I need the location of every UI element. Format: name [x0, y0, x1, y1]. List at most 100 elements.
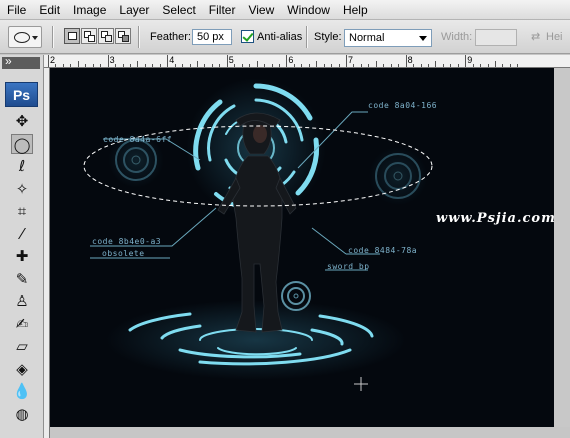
ruler-minor-tick: [383, 64, 385, 67]
ruler-minor-tick: [144, 64, 146, 67]
ruler-minor-tick: [457, 64, 459, 67]
ruler-minor-tick: [70, 64, 72, 67]
ellipse-icon: [14, 32, 30, 43]
ruler-tick: [48, 55, 49, 67]
menu-file[interactable]: File: [0, 0, 32, 20]
ruler-minor-tick: [122, 64, 124, 67]
lasso-tool-icon[interactable]: ℓ: [11, 156, 33, 176]
style-select-value: Normal: [349, 32, 385, 44]
hud-label-code-top-right: code 8a04-166: [368, 101, 438, 110]
width-label: Width:: [441, 31, 473, 43]
antialias-checkbox[interactable]: [241, 30, 254, 43]
ruler-minor-tick: [115, 64, 117, 67]
ruler-minor-tick: [360, 64, 362, 67]
hud-label-code-left-top: code 8a4a-6ff: [103, 135, 173, 144]
intersect-selection-button[interactable]: [115, 28, 131, 44]
divider: [306, 26, 308, 48]
ruler-tick: [405, 55, 407, 67]
document-canvas[interactable]: code 8a04-166 code 8a4a-6ff code 8b4e0-a…: [50, 68, 554, 427]
ruler-minor-tick: [197, 61, 198, 67]
ruler-tick-label: 6: [288, 55, 294, 65]
ruler-minor-tick: [249, 64, 251, 67]
ruler-minor-tick: [100, 64, 102, 67]
ruler-minor-tick: [77, 61, 79, 67]
brush-tool-icon[interactable]: ✎: [11, 269, 33, 289]
new-selection-button[interactable]: [64, 28, 80, 44]
ruler-minor-tick: [413, 64, 415, 67]
ruler-minor-tick: [219, 64, 221, 67]
eraser-tool-icon[interactable]: ▱: [11, 336, 33, 356]
photoshop-logo[interactable]: Ps: [5, 82, 38, 107]
add-to-selection-button[interactable]: [81, 28, 97, 44]
hud-label-code-right-mid: code 8484-78a: [348, 246, 418, 255]
tool-preset-picker[interactable]: [8, 26, 42, 48]
ruler-minor-tick: [301, 64, 303, 67]
menu-layer[interactable]: Layer: [112, 0, 155, 20]
options-bar: Feather: 50 px Anti-alias Style: Normal …: [0, 20, 570, 54]
antialias-label: Anti-alias: [257, 31, 303, 43]
menu-select[interactable]: Select: [155, 0, 201, 20]
ruler-minor-tick: [487, 64, 489, 67]
ruler-tick: [107, 55, 109, 67]
horizontal-ruler[interactable]: 2 3 4 5 6 7 8 9: [44, 55, 570, 68]
feather-input[interactable]: 50 px: [192, 29, 232, 45]
ruler-minor-tick: [480, 64, 482, 67]
healing-brush-tool-icon[interactable]: ✚: [11, 246, 33, 266]
ruler-minor-tick: [293, 64, 295, 67]
ruler-minor-tick: [271, 64, 273, 67]
ruler-minor-tick: [435, 61, 437, 67]
menu-filter[interactable]: Filter: [202, 0, 242, 20]
menu-window[interactable]: Window: [280, 0, 336, 20]
menu-view[interactable]: View: [241, 0, 280, 20]
history-brush-tool-icon[interactable]: ✍: [11, 314, 33, 334]
ruler-minor-tick: [92, 64, 94, 67]
ruler-minor-tick: [427, 64, 429, 67]
ruler-tick-label: 7: [348, 55, 354, 65]
ruler-minor-tick: [264, 64, 266, 67]
subtract-from-selection-button[interactable]: [98, 28, 114, 44]
magic-wand-tool-icon[interactable]: ✧: [11, 179, 33, 199]
style-select[interactable]: Normal: [344, 29, 432, 47]
ruler-minor-tick: [375, 61, 377, 67]
bottom-edge: [50, 427, 570, 438]
style-label: Style:: [314, 31, 342, 43]
menu-edit[interactable]: Edit: [32, 0, 66, 20]
ruler-minor-tick: [241, 64, 243, 67]
ruler-minor-tick: [495, 61, 496, 67]
ruler-minor-tick: [211, 64, 213, 67]
paint-bucket-tool-icon[interactable]: ◈: [11, 359, 33, 379]
ruler-minor-tick: [278, 64, 280, 67]
move-tool-icon[interactable]: ✥: [11, 111, 33, 131]
toolbox-collapse-handle[interactable]: [2, 54, 40, 69]
crop-tool-icon[interactable]: ⌗: [11, 201, 33, 221]
dodge-tool-icon[interactable]: ◍: [11, 404, 33, 424]
ruler-tick-label: 5: [228, 55, 234, 65]
clone-stamp-tool-icon[interactable]: ♙: [11, 291, 33, 311]
ruler-minor-tick: [137, 61, 139, 67]
ruler-tick-label: 4: [169, 55, 175, 65]
swap-arrows-icon[interactable]: ⇄: [531, 30, 540, 43]
ruler-minor-tick: [442, 64, 444, 67]
ruler-minor-tick: [189, 64, 191, 67]
eyedropper-tool-icon[interactable]: ⁄: [11, 224, 33, 244]
menu-image[interactable]: Image: [66, 0, 112, 20]
hud-label-code-left-mid: code 8b4e0-a3: [92, 237, 162, 246]
blur-tool-icon[interactable]: 💧: [11, 381, 33, 401]
width-input[interactable]: [475, 29, 517, 46]
ruler-tick: [226, 55, 228, 67]
menu-bar: File Edit Image Layer Select Filter View…: [0, 0, 570, 20]
ruler-minor-tick: [353, 64, 355, 67]
elliptical-marquee-tool-icon[interactable]: ◯: [11, 133, 33, 154]
height-label: Hei: [546, 31, 563, 43]
ruler-minor-tick: [517, 64, 519, 67]
menu-help[interactable]: Help: [336, 0, 374, 20]
ruler-minor-tick: [234, 64, 236, 67]
ruler-minor-tick: [368, 64, 370, 67]
ruler-tick-label: 9: [467, 55, 473, 65]
canvas-artwork: [83, 78, 433, 391]
right-panel-edge: [554, 68, 570, 427]
photoshop-window: File Edit Image Layer Select Filter View…: [0, 0, 570, 438]
ruler-minor-tick: [398, 64, 400, 67]
chevron-down-icon: [419, 36, 427, 41]
ruler-minor-tick: [62, 64, 64, 67]
